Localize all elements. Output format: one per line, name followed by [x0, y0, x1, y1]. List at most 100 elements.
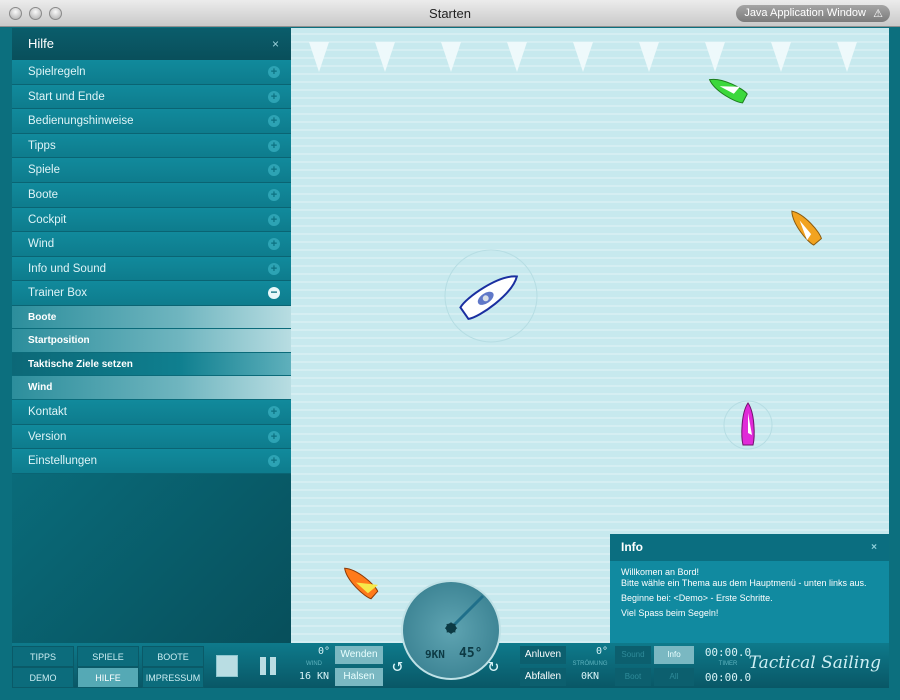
- sidebar-item-info-und-sound[interactable]: Info und Sound +: [12, 256, 291, 282]
- player-boat-blue[interactable]: [444, 249, 538, 343]
- nav-spiele-button[interactable]: SPIELE: [77, 646, 139, 667]
- title-bar: Starten Java Application Window ⚠: [0, 0, 900, 27]
- sidebar-item-label: Trainer Box: [28, 287, 88, 300]
- pause-icon: [270, 657, 276, 675]
- current-speed-readout: 0KN: [580, 671, 600, 682]
- compass-speed: 9KN: [425, 648, 445, 661]
- opponent-boat-yellow[interactable]: [340, 561, 381, 600]
- java-badge-label: Java Application Window: [744, 7, 866, 19]
- wind-direction-readout: 0°: [317, 646, 330, 657]
- opponent-boat-green[interactable]: [706, 73, 748, 105]
- sidebar-item-label: Boote: [28, 188, 59, 201]
- sidebar-item-wind[interactable]: Wind +: [12, 232, 291, 257]
- collapse-icon: −: [268, 286, 280, 300]
- opponent-boat-magenta[interactable]: [723, 400, 773, 450]
- sidebar-item-spiele[interactable]: Spiele +: [12, 158, 291, 183]
- expand-icon: +: [268, 405, 280, 418]
- warning-icon: ⚠: [873, 8, 883, 20]
- expand-icon: +: [268, 430, 280, 443]
- info-panel: Info × Willkomen an Bord! Bitte wähle ei…: [610, 534, 889, 643]
- info-line: Willkomen an Bord!: [621, 567, 700, 577]
- sidebar-item-label: Cockpit: [28, 213, 67, 226]
- nav-demo-button[interactable]: DEMO: [12, 667, 74, 688]
- wenden-button[interactable]: Wenden: [335, 646, 383, 664]
- expand-icon: +: [268, 262, 280, 275]
- sidebar-close-icon[interactable]: ×: [272, 28, 279, 60]
- info-line: Viel Spass beim Segeln!: [621, 608, 719, 618]
- pause-icon: [260, 657, 266, 675]
- current-label: STRÖMUNG: [572, 661, 608, 667]
- expand-icon: +: [268, 90, 280, 103]
- halsen-button[interactable]: Halsen: [335, 668, 383, 686]
- expand-icon: +: [268, 213, 280, 226]
- expand-icon: +: [268, 115, 280, 128]
- sidebar-item-spielregeln[interactable]: Spielregeln +: [12, 60, 291, 85]
- stop-button[interactable]: [216, 655, 238, 677]
- nav-hilfe-button[interactable]: HILFE: [77, 667, 139, 688]
- nav-tipps-button[interactable]: TIPPS: [12, 646, 74, 667]
- sidebar-subitem-label: Startposition: [28, 335, 90, 347]
- sidebar-item-label: Spiele: [28, 164, 60, 177]
- sidebar-item-label: Start und Ende: [28, 90, 105, 103]
- current-direction-readout: 0°: [595, 646, 608, 657]
- info-body: Willkomen an Bord! Bitte wähle ein Thema…: [610, 561, 889, 629]
- sidebar-item-cockpit[interactable]: Cockpit +: [12, 207, 291, 233]
- sidebar-subitem-label: Wind: [28, 382, 53, 394]
- help-sidebar: Hilfe × Spielregeln + Start und Ende + Bed…: [12, 28, 291, 643]
- nav-boote-button[interactable]: BOOTE: [142, 646, 204, 667]
- sidebar-subitem-startposition[interactable]: Startposition: [12, 329, 291, 353]
- sidebar-item-label: Bedienungshinweise: [28, 115, 134, 128]
- sidebar-item-label: Einstellungen: [28, 455, 98, 468]
- sidebar-subitem-label: Taktische Ziele setzen: [28, 358, 133, 370]
- sidebar-header: Hilfe ×: [12, 28, 291, 60]
- sidebar-item-label: Spielregeln: [28, 66, 86, 78]
- wind-speed-readout: 16 KN: [298, 671, 330, 682]
- anluven-button[interactable]: Anluven: [520, 646, 566, 664]
- sidebar-item-boote[interactable]: Boote +: [12, 182, 291, 208]
- info-button[interactable]: Info: [654, 646, 694, 664]
- expand-icon: +: [268, 164, 280, 177]
- info-close-icon[interactable]: ×: [871, 534, 877, 561]
- sidebar-item-label: Version: [28, 430, 67, 443]
- nav-impressum-button[interactable]: IMPRESSUM: [142, 667, 204, 688]
- sound-button[interactable]: Sound: [615, 646, 651, 664]
- expand-icon: +: [268, 455, 280, 468]
- java-window-badge: Java Application Window ⚠: [736, 5, 890, 22]
- abfallen-button[interactable]: Abfallen: [520, 668, 566, 686]
- expand-icon: +: [268, 238, 280, 251]
- sidebar-item-tipps[interactable]: Tipps +: [12, 133, 291, 159]
- sidebar-item-label: Wind: [28, 238, 55, 251]
- sidebar-title: Hilfe: [28, 36, 55, 51]
- pause-button[interactable]: [258, 657, 280, 679]
- info-line: Bitte wähle ein Thema aus dem Hauptmenü …: [621, 578, 867, 588]
- compass-gauge: ☸ 9KN 45°: [401, 580, 501, 680]
- sidebar-subitem-taktische-ziele[interactable]: Taktische Ziele setzen: [12, 352, 291, 377]
- info-title: Info: [621, 540, 643, 554]
- sidebar-item-label: Tipps: [28, 139, 56, 152]
- expand-icon: +: [268, 66, 280, 78]
- sidebar-item-label: Info und Sound: [28, 262, 107, 275]
- compass-needle: ☸: [444, 594, 485, 638]
- expand-icon: +: [268, 139, 280, 152]
- app-window: Starten Java Application Window ⚠ Hilfe …: [0, 0, 900, 700]
- all-button[interactable]: All: [654, 668, 694, 686]
- compass-angle: 45°: [459, 646, 483, 661]
- info-header: Info ×: [610, 534, 889, 561]
- sidebar-item-label: Kontakt: [28, 405, 67, 418]
- sidebar-item-start-und-ende[interactable]: Start und Ende +: [12, 84, 291, 110]
- sidebar-item-trainer-box[interactable]: Trainer Box −: [12, 281, 291, 306]
- sidebar-subitem-wind[interactable]: Wind: [12, 376, 291, 400]
- sidebar-item-version[interactable]: Version +: [12, 424, 291, 450]
- tactical-sailing-logo: Tactical Sailing: [748, 653, 881, 673]
- wind-label: WIND: [306, 661, 322, 667]
- helm-icon: ☸: [444, 619, 458, 638]
- sidebar-item-bedienungshinweise[interactable]: Bedienungshinweise +: [12, 109, 291, 134]
- info-line: Beginne bei: <Demo> - Erste Schritte.: [621, 593, 773, 603]
- sidebar-subitem-boote[interactable]: Boote: [12, 305, 291, 330]
- sidebar-item-kontakt[interactable]: Kontakt +: [12, 399, 291, 425]
- sidebar-subitem-label: Boote: [28, 311, 57, 323]
- sidebar-item-einstellungen[interactable]: Einstellungen +: [12, 449, 291, 474]
- turn-left-icon[interactable]: ↺: [392, 655, 403, 676]
- boot-button[interactable]: Boot: [615, 668, 651, 686]
- opponent-boat-orange[interactable]: [786, 207, 822, 247]
